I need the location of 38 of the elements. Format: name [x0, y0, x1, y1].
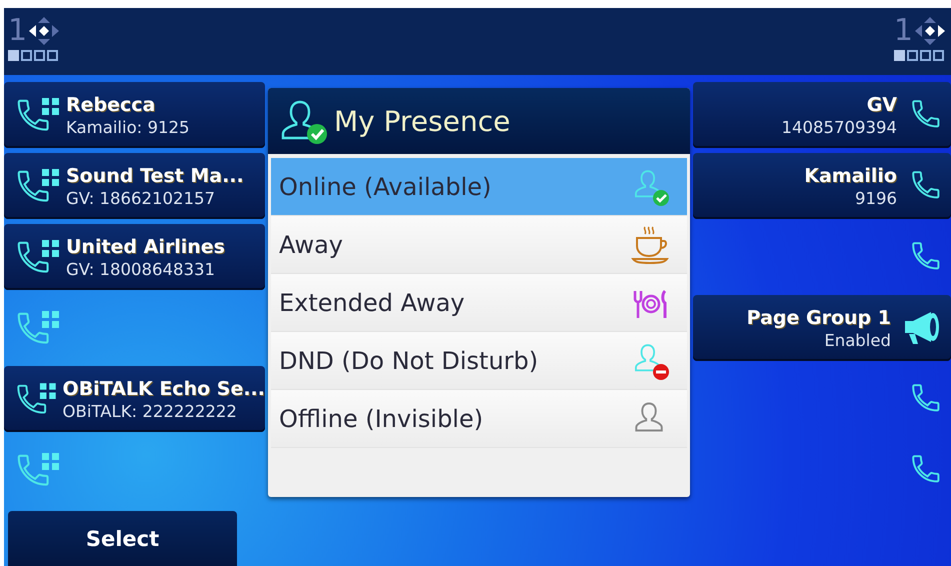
select-softkey[interactable]: Select: [8, 511, 237, 566]
contact-number: Kamailio: 9125: [66, 118, 190, 136]
contact-number: GV: 18008648331: [66, 260, 216, 278]
coffee-cup-icon: [631, 224, 671, 264]
paging-key[interactable]: Page Group 1 Enabled: [693, 295, 951, 361]
contact-name: GV: [866, 94, 897, 116]
presence-option[interactable]: Extended Away: [271, 274, 687, 332]
line-key[interactable]: United Airlines GV: 18008648331: [4, 224, 265, 290]
contact-number: GV: 18662102157: [66, 188, 216, 208]
presence-label: Away: [279, 230, 343, 258]
contact-name: Sound Test Ma...: [66, 164, 244, 186]
contact-name: OBiTALK Echo Se...: [62, 378, 265, 400]
contact-name: Kamailio: [804, 164, 897, 186]
presence-option[interactable]: Offline (Invisible): [271, 390, 687, 448]
menu-title: My Presence: [334, 104, 510, 138]
contact-name: Rebecca: [66, 94, 156, 116]
contact-name: United Airlines: [66, 236, 225, 258]
presence-option[interactable]: Online (Available): [271, 158, 687, 216]
presence-option[interactable]: Away: [271, 216, 687, 274]
presence-option[interactable]: DND (Do Not Disturb): [271, 332, 687, 390]
line-key[interactable]: Rebecca Kamailio: 9125: [4, 82, 265, 148]
page-number: 1: [8, 16, 28, 46]
presence-label: Extended Away: [279, 288, 465, 316]
page-number: 1: [894, 16, 913, 46]
presence-label: Offline (Invisible): [279, 404, 484, 432]
group-name: Page Group 1: [746, 306, 891, 328]
group-status: Enabled: [824, 330, 891, 350]
navigation-arrows-icon: [27, 16, 62, 46]
navigation-arrows-icon: [913, 16, 947, 46]
speed-dial-key[interactable]: GV 14085709394: [693, 82, 951, 148]
line-key[interactable]: OBiTALK Echo Se... OBiTALK: 222222222: [4, 366, 265, 432]
speed-dial-key[interactable]: Kamailio 9196: [693, 153, 951, 219]
contact-number: OBiTALK: 222222222: [62, 402, 238, 420]
presence-label: DND (Do Not Disturb): [279, 346, 538, 374]
contact-number: 14085709394: [782, 118, 897, 136]
line-key[interactable]: Sound Test Ma... GV: 18662102157: [4, 153, 265, 219]
presence-label: Online (Available): [279, 172, 492, 200]
contact-number: 9196: [855, 188, 897, 208]
